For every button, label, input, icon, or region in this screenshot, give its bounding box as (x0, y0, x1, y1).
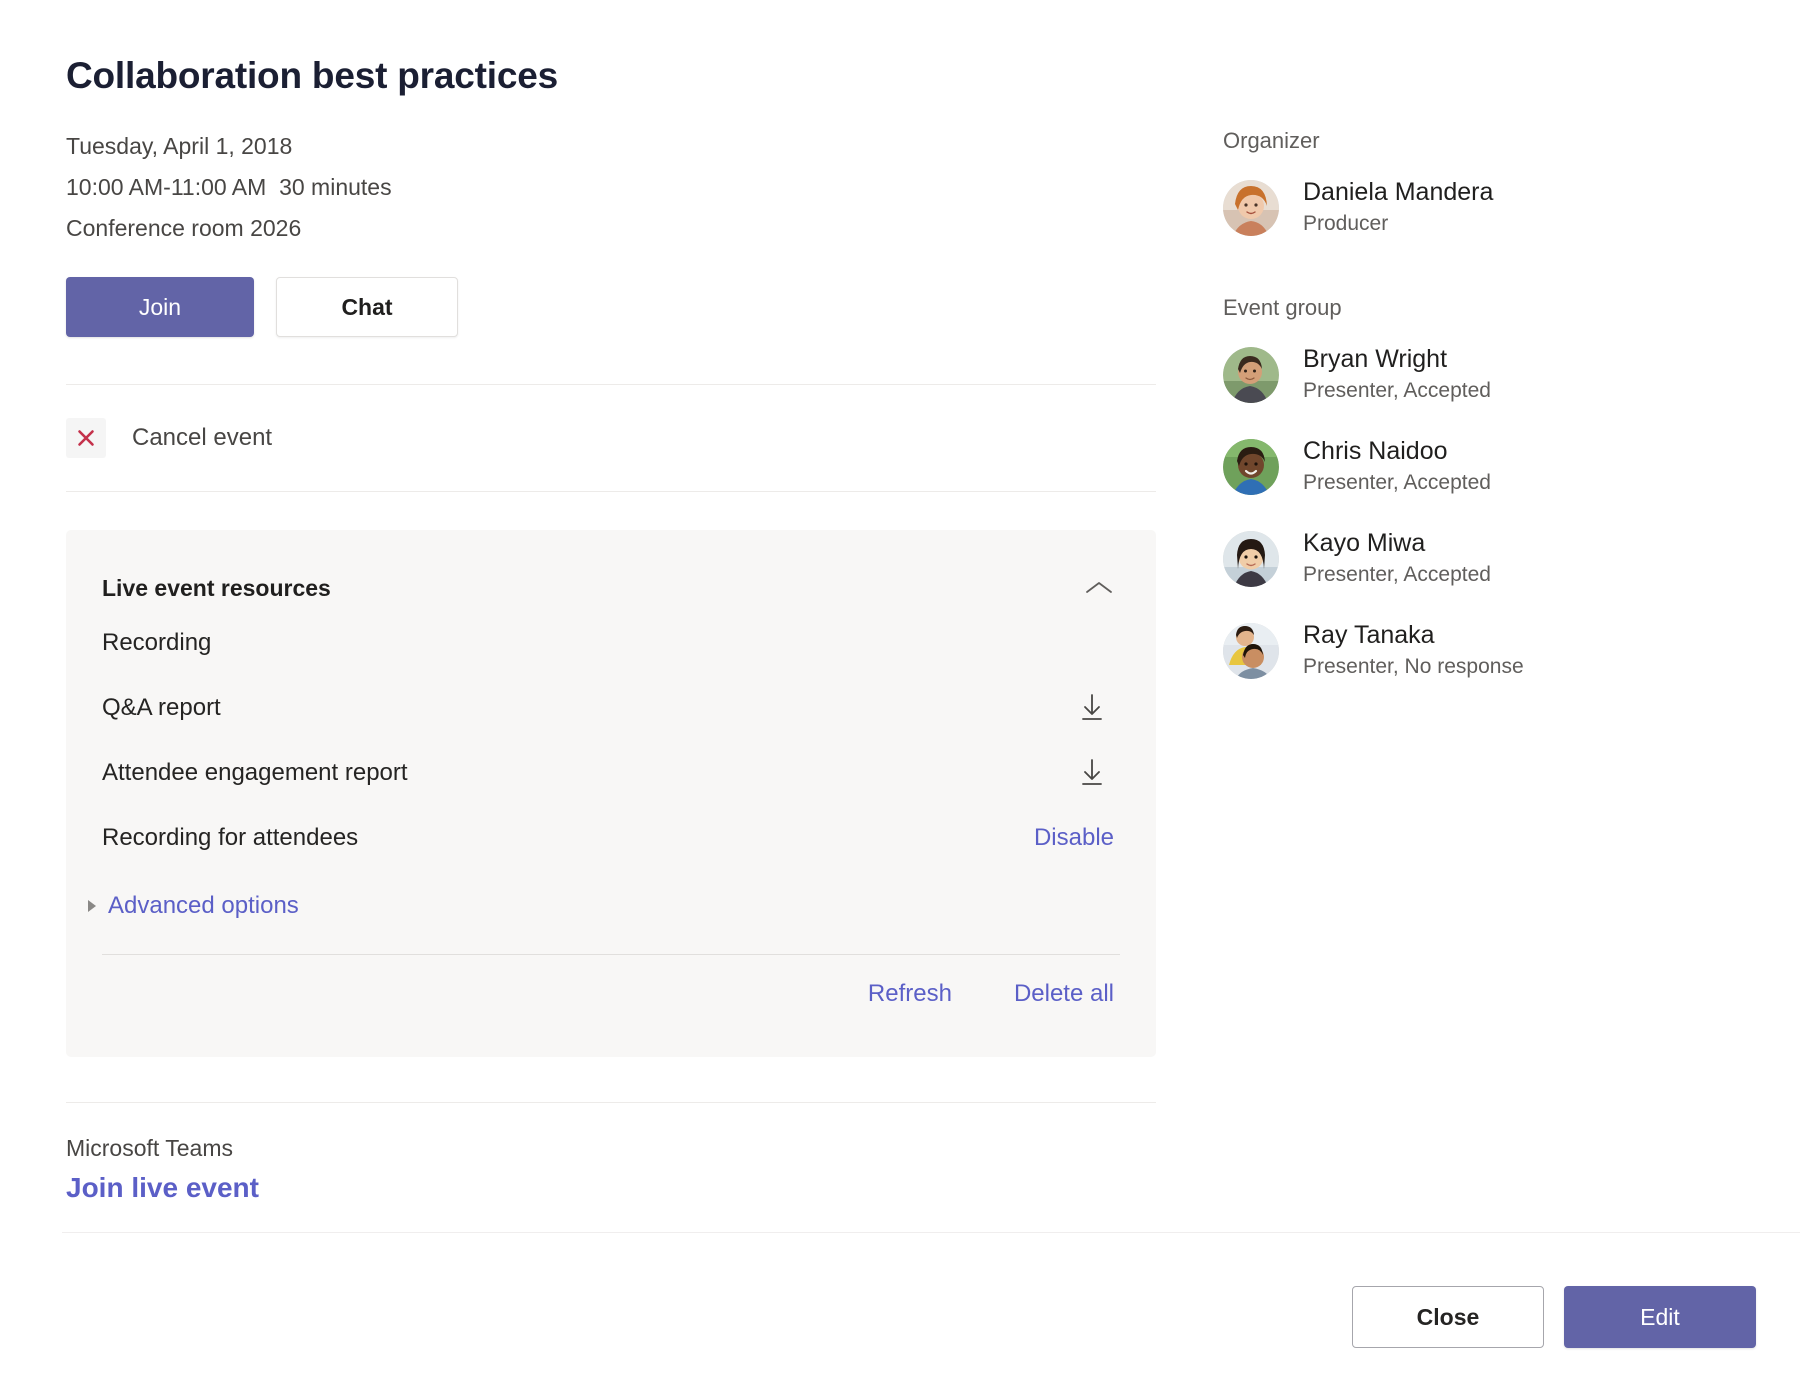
advanced-options-label: Advanced options (108, 892, 299, 920)
people-column: Organizer (1223, 128, 1743, 711)
teams-meeting-block: Microsoft Teams Join live event (66, 1135, 1156, 1204)
triangle-right-icon (88, 900, 96, 912)
member-name: Kayo Miwa (1303, 527, 1491, 559)
avatar-kayo (1223, 531, 1279, 587)
member-role: Presenter, Accepted (1303, 376, 1491, 406)
member-text: Bryan Wright Presenter, Accepted (1303, 343, 1491, 406)
primary-action-row: Join Chat (66, 277, 1156, 337)
event-group-member-bryan[interactable]: Bryan Wright Presenter, Accepted (1223, 343, 1743, 406)
event-group-member-chris[interactable]: Chris Naidoo Presenter, Accepted (1223, 435, 1743, 498)
refresh-link[interactable]: Refresh (868, 980, 952, 1008)
footer-divider (62, 1232, 1800, 1233)
event-location: Conference room 2026 (66, 208, 1156, 249)
organizer-section-label: Organizer (1223, 128, 1743, 154)
member-role: Presenter, Accepted (1303, 468, 1491, 498)
resource-row-qa-report: Q&A report (102, 675, 1120, 740)
event-main-column: Collaboration best practices Tuesday, Ap… (66, 0, 1156, 1204)
disable-recording-link[interactable]: Disable (1034, 824, 1114, 852)
member-text: Kayo Miwa Presenter, Accepted (1303, 527, 1491, 590)
dialog-footer: Close Edit (1352, 1286, 1756, 1348)
download-icon[interactable] (1070, 751, 1114, 795)
resources-footer: Refresh Delete all (102, 955, 1120, 1033)
close-x-icon (66, 418, 106, 458)
organizer-person[interactable]: Daniela Mandera Producer (1223, 176, 1743, 239)
avatar-chris (1223, 439, 1279, 495)
resource-label: Attendee engagement report (102, 759, 408, 787)
delete-all-link[interactable]: Delete all (1014, 980, 1114, 1008)
cancel-event-label: Cancel event (132, 424, 272, 452)
resources-title: Live event resources (102, 575, 331, 602)
cancel-event-row[interactable]: Cancel event (66, 385, 1156, 491)
chevron-up-icon[interactable] (1078, 567, 1120, 609)
close-button[interactable]: Close (1352, 1286, 1544, 1348)
edit-button[interactable]: Edit (1564, 1286, 1756, 1348)
resource-label: Recording for attendees (102, 824, 358, 852)
join-button[interactable]: Join (66, 277, 254, 337)
resource-label: Recording (102, 629, 211, 657)
member-name: Ray Tanaka (1303, 619, 1524, 651)
organizer-text: Daniela Mandera Producer (1303, 176, 1493, 239)
resource-row-attendee-engagement-report: Attendee engagement report (102, 740, 1120, 805)
chat-button[interactable]: Chat (276, 277, 458, 337)
event-group-section-label: Event group (1223, 295, 1743, 321)
divider-above-teams (66, 1102, 1156, 1103)
member-name: Chris Naidoo (1303, 435, 1491, 467)
member-role: Presenter, No response (1303, 652, 1524, 682)
page-title: Collaboration best practices (66, 0, 1156, 97)
event-time: 10:00 AM-11:00 AM 30 minutes (66, 167, 1156, 208)
resource-row-recording-for-attendees: Recording for attendees Disable (102, 805, 1120, 870)
join-live-event-link[interactable]: Join live event (66, 1172, 259, 1204)
member-role: Presenter, Accepted (1303, 560, 1491, 590)
avatar-daniela (1223, 180, 1279, 236)
organizer-role: Producer (1303, 209, 1493, 239)
resources-header: Live event resources (102, 566, 1120, 610)
avatar-bryan (1223, 347, 1279, 403)
member-name: Bryan Wright (1303, 343, 1491, 375)
download-icon[interactable] (1070, 686, 1114, 730)
organizer-name: Daniela Mandera (1303, 176, 1493, 208)
event-meta: Tuesday, April 1, 2018 10:00 AM-11:00 AM… (66, 126, 1156, 249)
member-text: Ray Tanaka Presenter, No response (1303, 619, 1524, 682)
event-group-member-ray[interactable]: Ray Tanaka Presenter, No response (1223, 619, 1743, 682)
avatar-ray (1223, 623, 1279, 679)
resource-label: Q&A report (102, 694, 221, 722)
member-text: Chris Naidoo Presenter, Accepted (1303, 435, 1491, 498)
event-group-member-kayo[interactable]: Kayo Miwa Presenter, Accepted (1223, 527, 1743, 590)
advanced-options-row[interactable]: Advanced options (102, 876, 1120, 936)
event-date: Tuesday, April 1, 2018 (66, 126, 1156, 167)
divider-below-cancel (66, 491, 1156, 492)
live-event-resources-panel: Live event resources Recording Q&A repor… (66, 530, 1156, 1057)
resource-row-recording: Recording (102, 610, 1120, 675)
teams-app-name: Microsoft Teams (66, 1135, 1156, 1162)
event-details-dialog: Collaboration best practices Tuesday, Ap… (0, 0, 1800, 1400)
